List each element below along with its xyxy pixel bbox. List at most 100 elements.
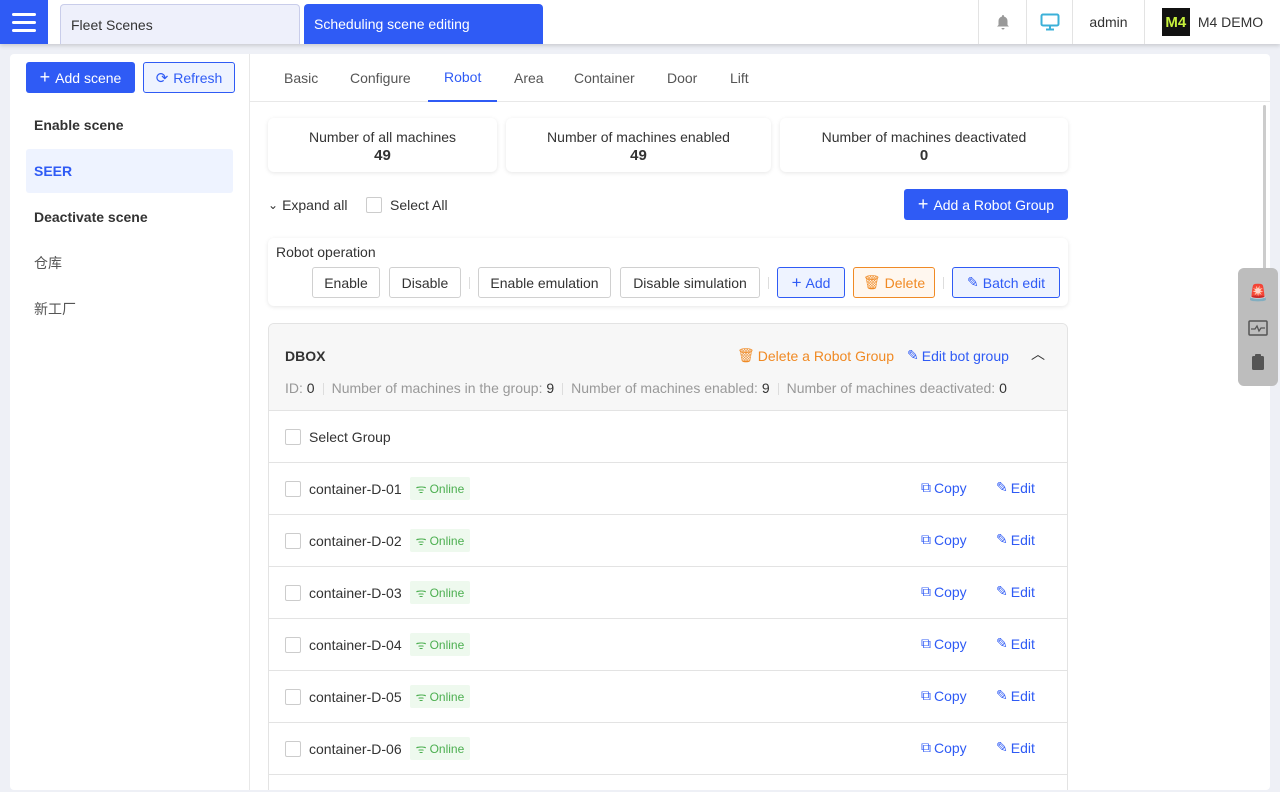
status-label: Online — [430, 534, 465, 548]
edit-button[interactable]: ✎Edit — [996, 583, 1035, 600]
clipboard-icon[interactable] — [1251, 353, 1265, 371]
divider — [768, 277, 769, 289]
copy-button[interactable]: ⧉Copy — [921, 479, 967, 496]
copy-button[interactable]: ⧉Copy — [921, 531, 967, 548]
edit-button[interactable]: ✎Edit — [996, 687, 1035, 704]
robot-checkbox[interactable] — [285, 481, 301, 497]
edit-label: Edit — [1011, 480, 1035, 496]
collapse-chevron-icon[interactable]: ︿ — [1031, 344, 1045, 364]
tab-robot[interactable]: Robot — [428, 54, 497, 102]
copy-button[interactable]: ⧉Copy — [921, 687, 967, 704]
tab-lift[interactable]: Lift — [714, 54, 765, 102]
tab-door[interactable]: Door — [651, 54, 713, 102]
robot-checkbox[interactable] — [285, 741, 301, 757]
add-robot-button[interactable]: +Add — [777, 267, 845, 298]
status-badge: ᯤOnline — [410, 581, 471, 604]
monitor-button[interactable] — [1026, 0, 1072, 44]
copy-icon: ⧉ — [921, 583, 931, 600]
select-all-checkbox[interactable]: Select All — [366, 197, 448, 213]
status-label: Online — [430, 742, 465, 756]
copy-label: Copy — [934, 740, 967, 756]
monitor-pulse-icon[interactable] — [1248, 320, 1268, 336]
tab-basic[interactable]: Basic — [268, 54, 334, 102]
user-menu[interactable]: admin — [1072, 0, 1144, 44]
add-robot-group-label: Add a Robot Group — [933, 197, 1054, 213]
robot-checkbox[interactable] — [285, 637, 301, 653]
robot-name: container-D-03 — [309, 585, 402, 601]
copy-icon: ⧉ — [921, 531, 931, 548]
edit-button[interactable]: ✎Edit — [996, 635, 1035, 652]
batch-edit-button[interactable]: ✎Batch edit — [952, 267, 1060, 298]
group-header: DBOX 🗑Delete a Robot Group ✎Edit bot gro… — [269, 324, 1067, 411]
tab-scheduling-scene-editing[interactable]: Scheduling scene editing — [304, 4, 543, 44]
edit-icon: ✎ — [996, 583, 1008, 600]
enabled-label: Number of machines enabled: — [571, 380, 758, 396]
add-scene-button[interactable]: +Add scene — [26, 62, 135, 93]
wifi-icon: ᯤ — [416, 688, 427, 705]
notification-button[interactable] — [978, 0, 1026, 44]
tab-fleet-scenes[interactable]: Fleet Scenes — [60, 4, 300, 44]
scrollbar[interactable] — [1263, 105, 1266, 275]
brand-name: M4 DEMO — [1198, 14, 1263, 30]
delete-group-label: Delete a Robot Group — [758, 348, 894, 364]
add-scene-label: Add scene — [55, 70, 121, 86]
in-group-value: 9 — [546, 380, 554, 396]
add-label: Add — [806, 275, 831, 291]
menu-toggle-button[interactable] — [0, 0, 48, 44]
edit-icon: ✎ — [996, 635, 1008, 652]
stat-enabled-machines: Number of machines enabled49 — [506, 118, 771, 172]
enable-button[interactable]: Enable — [312, 267, 380, 298]
tab-configure[interactable]: Configure — [334, 54, 427, 102]
enable-emulation-button[interactable]: Enable emulation — [478, 267, 611, 298]
robot-checkbox[interactable] — [285, 689, 301, 705]
refresh-button[interactable]: ⟳Refresh — [143, 62, 235, 93]
edit-button[interactable]: ✎Edit — [996, 531, 1035, 548]
group-summary: ID: 0Number of machines in the group: 9N… — [285, 380, 1007, 396]
delete-robot-button[interactable]: 🗑Delete — [853, 267, 935, 298]
refresh-label: Refresh — [173, 70, 222, 86]
disable-simulation-button[interactable]: Disable simulation — [620, 267, 760, 298]
edit-label: Edit — [1011, 688, 1035, 704]
select-group-checkbox[interactable] — [285, 429, 301, 445]
stat-value: 49 — [268, 147, 497, 164]
sidebar-item-new-factory[interactable]: 新工厂 — [26, 287, 233, 331]
edit-bot-group-button[interactable]: ✎Edit bot group — [907, 347, 1009, 364]
tab-container[interactable]: Container — [558, 54, 651, 102]
edit-button[interactable]: ✎Edit — [996, 739, 1035, 756]
copy-icon: ⧉ — [921, 687, 931, 704]
robot-row: container-D-02 ᯤOnline ⧉Copy ✎Edit — [269, 515, 1067, 567]
robot-group-dbox: DBOX 🗑Delete a Robot Group ✎Edit bot gro… — [268, 323, 1068, 790]
select-group-row: Select Group — [269, 411, 1067, 463]
bell-icon — [995, 14, 1011, 30]
refresh-icon: ⟳ — [156, 69, 169, 87]
robot-name: container-D-02 — [309, 533, 402, 549]
sidebar-item-warehouse[interactable]: 仓库 — [26, 241, 233, 285]
deactivated-label: Number of machines deactivated: — [787, 380, 996, 396]
copy-button[interactable]: ⧉Copy — [921, 583, 967, 600]
disable-button[interactable]: Disable — [389, 267, 461, 298]
delete-robot-group-button[interactable]: 🗑Delete a Robot Group — [737, 347, 894, 364]
sidebar-item-seer[interactable]: SEER — [26, 149, 233, 193]
alarm-icon[interactable]: 🚨 — [1248, 283, 1268, 303]
chevrons-down-icon: ⌄ — [268, 198, 278, 212]
stat-all-machines: Number of all machines49 — [268, 118, 497, 172]
checkbox[interactable] — [366, 197, 382, 213]
tab-area[interactable]: Area — [498, 54, 560, 102]
monitor-icon — [1040, 13, 1060, 31]
add-robot-group-button[interactable]: +Add a Robot Group — [904, 189, 1068, 220]
robot-checkbox[interactable] — [285, 585, 301, 601]
expand-all-button[interactable]: ⌄Expand all — [268, 197, 347, 213]
robot-checkbox[interactable] — [285, 533, 301, 549]
copy-label: Copy — [934, 688, 967, 704]
edit-icon: ✎ — [996, 739, 1008, 756]
edit-button[interactable]: ✎Edit — [996, 479, 1035, 496]
sidebar-item-deactivate-scene[interactable]: Deactivate scene — [26, 195, 233, 239]
plus-icon: + — [918, 194, 929, 215]
wifi-icon: ᯤ — [416, 480, 427, 497]
copy-button[interactable]: ⧉Copy — [921, 635, 967, 652]
copy-button[interactable]: ⧉Copy — [921, 739, 967, 756]
select-all-label: Select All — [390, 197, 448, 213]
sidebar-item-enable-scene[interactable]: Enable scene — [26, 103, 233, 147]
brand-logo: M4 — [1162, 8, 1190, 36]
robot-name: container-D-05 — [309, 689, 402, 705]
